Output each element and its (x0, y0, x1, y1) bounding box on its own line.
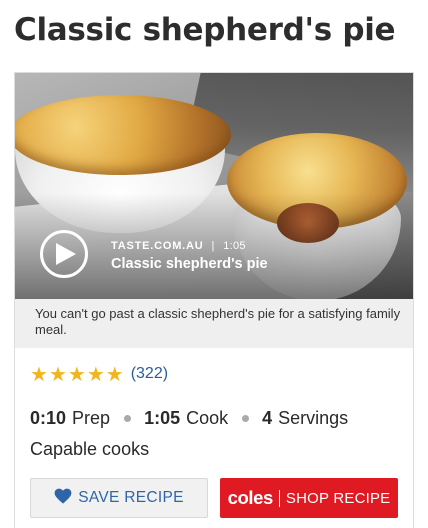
meta-dot (124, 415, 132, 422)
difficulty: Capable cooks (30, 439, 150, 459)
prep-label: Prep (72, 408, 111, 428)
prep-time: 0:10 (30, 408, 67, 428)
recipe-video[interactable]: TASTE.COM.AU | 1:05 Classic shepherd's pie (15, 73, 413, 299)
video-separator: | (211, 240, 216, 252)
star-icon: ★ (86, 362, 105, 386)
star-icon: ★ (48, 362, 67, 386)
rating-stars: ★ ★ ★ ★ ★ (30, 364, 125, 384)
servings-count: 4 (262, 408, 273, 428)
pie-topping-left (15, 95, 231, 175)
servings-label: Servings (278, 408, 349, 428)
video-source-name: TASTE.COM.AU (111, 240, 204, 252)
shop-recipe-label: SHOP RECIPE (285, 489, 391, 507)
video-title: Classic shepherd's pie (111, 256, 268, 272)
rating-count[interactable]: (322) (131, 365, 168, 383)
heart-icon (54, 488, 72, 509)
star-icon: ★ (105, 362, 124, 386)
recipe-card: TASTE.COM.AU | 1:05 Classic shepherd's pie… (14, 72, 414, 528)
video-duration: 1:05 (223, 240, 246, 252)
coles-logo: coles (227, 487, 274, 508)
save-recipe-label: SAVE RECIPE (78, 489, 184, 506)
recipe-meta: 0:10 Prep 1:05 Cook 4 Servings (30, 408, 348, 429)
shop-recipe-button[interactable]: coles SHOP RECIPE (220, 478, 398, 518)
shop-divider (278, 489, 280, 507)
play-button[interactable] (40, 230, 88, 278)
rating[interactable]: ★ ★ ★ ★ ★ (322) (30, 364, 168, 384)
video-source: TASTE.COM.AU | 1:05 (111, 240, 246, 252)
cook-time: 1:05 (144, 408, 181, 428)
meta-dot (242, 415, 250, 422)
save-recipe-button[interactable]: SAVE RECIPE (30, 478, 208, 518)
star-icon: ★ (30, 362, 48, 386)
page-title: Classic shepherd's pie (14, 12, 396, 48)
recipe-description: You can't go past a classic shepherd's p… (15, 299, 413, 348)
star-icon: ★ (67, 362, 86, 386)
cook-label: Cook (186, 408, 229, 428)
